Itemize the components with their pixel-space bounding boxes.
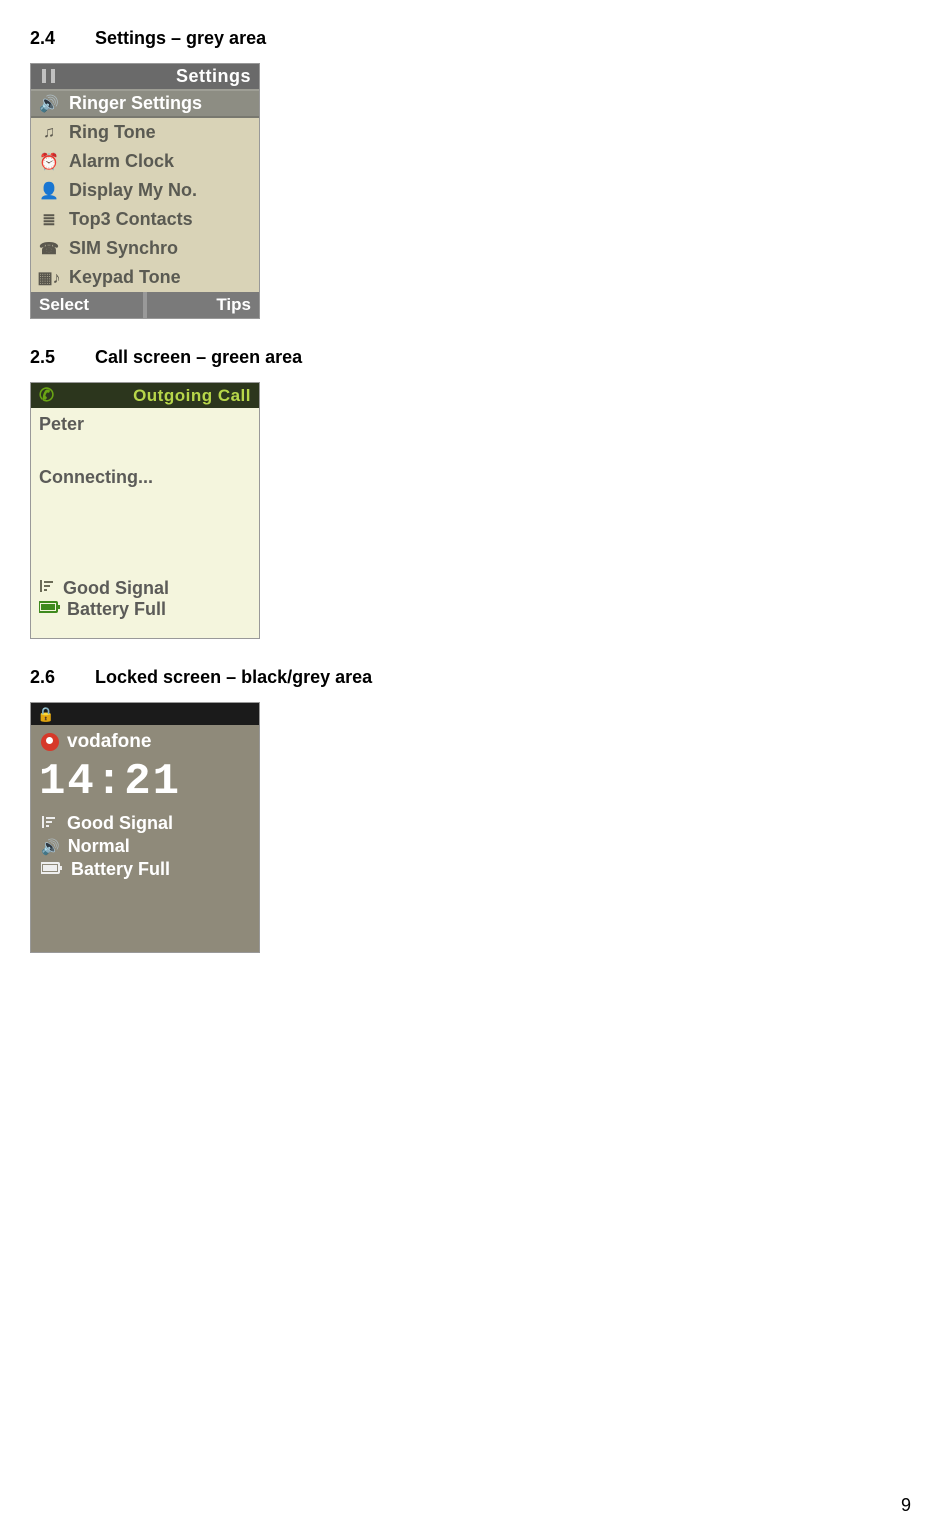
locked-battery-row: Battery Full xyxy=(41,859,249,880)
settings-item-3[interactable]: 👤 Display My No. xyxy=(31,176,259,205)
call-name: Peter xyxy=(39,414,251,435)
settings-item-1[interactable]: ♫ Ring Tone xyxy=(31,118,259,147)
settings-item-label: Display My No. xyxy=(69,180,197,201)
settings-item-2[interactable]: ⏰ Alarm Clock xyxy=(31,147,259,176)
settings-softkeys: Select Tips xyxy=(31,292,259,318)
settings-header-title: Settings xyxy=(176,66,251,87)
battery-icon xyxy=(39,600,61,619)
settings-item-label: Ring Tone xyxy=(69,122,156,143)
locked-ringer-label: Normal xyxy=(68,836,130,857)
settings-item-4[interactable]: ≣ Top3 Contacts xyxy=(31,205,259,234)
section-heading-2-6: 2.6 Locked screen – black/grey area xyxy=(30,667,913,688)
settings-item-6[interactable]: ▦♪ Keypad Tone xyxy=(31,263,259,292)
phone-icon: ✆ xyxy=(39,385,55,406)
alarm-icon: ⏰ xyxy=(37,152,61,172)
contact-icon: 👤 xyxy=(37,181,61,201)
battery-label: Battery Full xyxy=(67,599,166,620)
settings-screen: Settings 🔊 Ringer Settings ♫ Ring Tone ⏰ Alar… xyxy=(30,63,260,319)
locked-signal-row: Good Signal xyxy=(41,813,249,834)
battery-icon xyxy=(41,861,63,879)
locked-signal-label: Good Signal xyxy=(67,813,173,834)
section-title: Locked screen – black/grey area xyxy=(95,667,372,687)
settings-header: Settings xyxy=(31,64,259,89)
signal-icon xyxy=(41,814,59,834)
settings-item-5[interactable]: ☎ SIM Synchro xyxy=(31,234,259,263)
call-status: Connecting... xyxy=(39,467,251,488)
music-icon: ♫ xyxy=(37,123,61,143)
section-heading-2-4: 2.4 Settings – grey area xyxy=(30,28,913,49)
signal-label: Good Signal xyxy=(63,578,169,599)
call-body: Peter Connecting... Good Signal Battery … xyxy=(31,408,259,638)
vodafone-icon xyxy=(41,733,59,751)
battery-row: Battery Full xyxy=(39,599,251,620)
settings-list: 🔊 Ringer Settings ♫ Ring Tone ⏰ Alarm Clock 👤 D… xyxy=(31,89,259,292)
settings-item-0[interactable]: 🔊 Ringer Settings xyxy=(31,89,259,118)
speaker-icon: 🔊 xyxy=(37,94,61,114)
softkey-select[interactable]: Select xyxy=(31,292,143,318)
call-header: ✆ Outgoing Call xyxy=(31,383,259,408)
section-title: Call screen – green area xyxy=(95,347,302,367)
sim-icon: ☎ xyxy=(37,239,61,259)
operator-row: vodafone xyxy=(41,731,249,753)
section-number: 2.4 xyxy=(30,28,90,49)
section-heading-2-5: 2.5 Call screen – green area xyxy=(30,347,913,368)
call-screen: ✆ Outgoing Call Peter Connecting... Good… xyxy=(30,382,260,639)
tools-icon xyxy=(39,67,61,87)
softkey-tips[interactable]: Tips xyxy=(147,292,259,318)
settings-item-label: Ringer Settings xyxy=(69,93,202,114)
call-header-title: Outgoing Call xyxy=(133,386,251,406)
section-number: 2.6 xyxy=(30,667,90,688)
settings-item-label: SIM Synchro xyxy=(69,238,178,259)
locked-ringer-row: 🔊 Normal xyxy=(41,836,249,857)
page-number: 9 xyxy=(901,1495,911,1516)
settings-item-label: Keypad Tone xyxy=(69,267,181,288)
locked-status-bar: 🔒 xyxy=(31,703,259,725)
section-title: Settings – grey area xyxy=(95,28,266,48)
contacts-icon: ≣ xyxy=(37,210,61,230)
settings-item-label: Top3 Contacts xyxy=(69,209,193,230)
locked-body: vodafone 14:21 Good Signal 🔊 Normal Batt… xyxy=(31,725,259,952)
locked-battery-label: Battery Full xyxy=(71,859,170,880)
locked-screen: 🔒 vodafone 14:21 Good Signal 🔊 Normal Ba… xyxy=(30,702,260,953)
clock: 14:21 xyxy=(39,757,249,807)
signal-row: Good Signal xyxy=(39,578,251,599)
operator-label: vodafone xyxy=(67,731,151,753)
keypad-icon: ▦♪ xyxy=(37,268,61,288)
lock-icon: 🔒 xyxy=(37,706,54,723)
signal-icon xyxy=(39,578,57,599)
speaker-icon: 🔊 xyxy=(41,838,60,856)
section-number: 2.5 xyxy=(30,347,90,368)
settings-item-label: Alarm Clock xyxy=(69,151,174,172)
